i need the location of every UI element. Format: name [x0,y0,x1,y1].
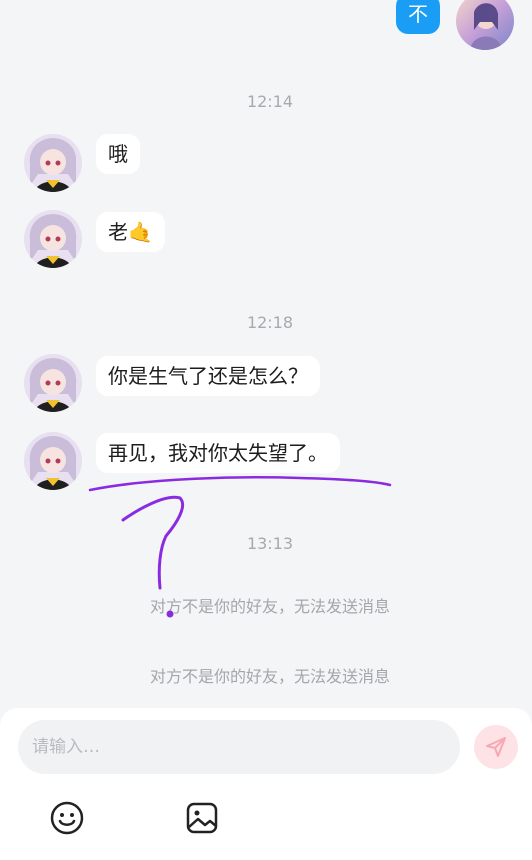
timestamp: 13:13 [246,534,294,553]
incoming-message-bubble: 再见，我对你太失望了。 [96,433,340,473]
my-avatar[interactable] [456,0,514,50]
timestamp: 12:14 [246,92,294,111]
smiley-icon [50,801,84,835]
message-text: 你是生气了还是怎么？ [108,364,308,388]
system-notice: 对方不是你的好友，无法发送消息 [149,667,390,686]
contact-avatar[interactable] [24,432,82,490]
timestamp: 12:18 [246,313,294,332]
message-text: 老 [108,220,128,244]
image-icon [186,802,218,834]
message-text: 哦 [108,142,128,166]
image-button[interactable] [182,798,222,838]
message-composer [0,708,532,860]
system-notice: 对方不是你的好友，无法发送消息 [149,597,390,616]
my-message-bubble: 不 [396,0,440,34]
incoming-message-bubble: 你是生气了还是怎么？ [96,356,320,396]
message-input[interactable] [18,720,460,774]
contact-avatar[interactable] [24,210,82,268]
call-me-hand-emoji: 🤙 [128,220,153,244]
incoming-message-bubble: 哦 [96,134,140,174]
contact-avatar[interactable] [24,134,82,192]
contact-avatar[interactable] [24,354,82,412]
send-button[interactable] [474,725,518,769]
send-icon [486,737,506,757]
message-text: 再见，我对你太失望了。 [108,441,328,465]
message-text: 不 [408,2,428,26]
emoji-button[interactable] [47,798,87,838]
incoming-message-bubble: 老🤙 [96,212,165,252]
